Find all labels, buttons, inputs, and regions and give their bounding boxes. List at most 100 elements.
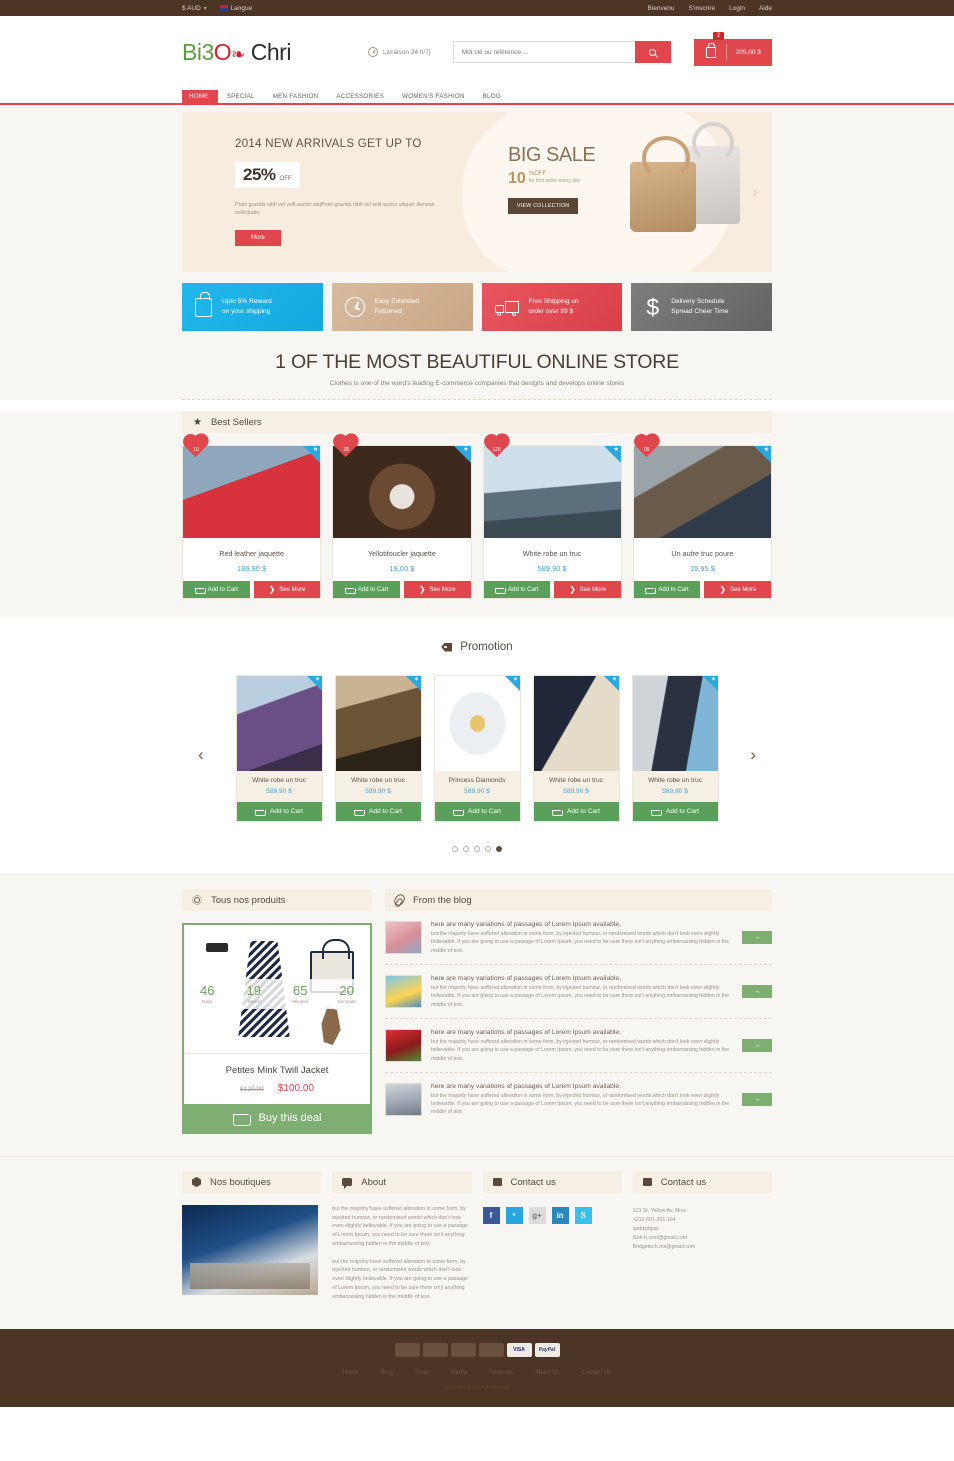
twitter-icon[interactable]: ᵛ	[505, 1207, 523, 1224]
product-card[interactable]: ★ 05 Un autre truc poure 19,95 $ Add to …	[632, 435, 772, 599]
hero-banner: 2014 NEW ARRIVALS GET UP TO 25% OFF Proi…	[182, 112, 772, 272]
blog-read-more-button[interactable]: →	[742, 1039, 772, 1053]
see-more-button[interactable]: ❯ See More	[704, 581, 771, 598]
add-to-cart-button[interactable]: Add to Cart	[236, 802, 322, 821]
view-collection-button[interactable]: VIEW COLLECTION	[508, 198, 579, 214]
product-actions: Add to Cart ❯ See More	[633, 581, 771, 598]
footer-link-features[interactable]: Features	[489, 1370, 513, 1376]
footer-link-home[interactable]: Home	[343, 1370, 359, 1376]
footer-link-media[interactable]: Media	[451, 1370, 467, 1376]
nav-item-home[interactable]: HOME	[182, 90, 218, 103]
footer-link-shop[interactable]: Shop	[415, 1370, 429, 1376]
search-input[interactable]	[452, 41, 635, 63]
feature-reward[interactable]: Upto 5% Reward on your shipping	[182, 283, 323, 331]
carousel-dot[interactable]	[474, 846, 480, 852]
blog-list-item[interactable]: here are many variations of passages of …	[385, 965, 772, 1019]
add-to-cart-button[interactable]: Add to Cart	[483, 581, 551, 598]
see-more-button[interactable]: ❯ See More	[403, 581, 471, 598]
googleplus-icon[interactable]: g+	[528, 1207, 546, 1224]
currency-selector[interactable]: $ AUD ▼	[182, 5, 208, 12]
footer-link-contact-us[interactable]: Contact Us	[582, 1370, 612, 1376]
hero-sale-block: BIG SALE 10 %OFF for first order every d…	[508, 144, 596, 188]
blog-column: From the blog here are many variations o…	[385, 889, 772, 1134]
email-line-2[interactable]: Bridgetech.ma@gmail.com	[633, 1243, 772, 1252]
add-to-cart-button[interactable]: Add to Cart	[434, 802, 520, 821]
carousel-dot[interactable]	[463, 846, 469, 852]
blog-thumbnail	[385, 1082, 422, 1116]
deal-box[interactable]: 46 Days 19 Hours 65 Minutes 20 Seconds P…	[182, 923, 372, 1134]
promotion-prev-arrow[interactable]: ‹	[198, 745, 204, 765]
hero-more-button[interactable]: More	[235, 230, 281, 247]
add-to-cart-button[interactable]: Add to Cart	[333, 581, 400, 598]
blog-read-more-button[interactable]: →	[742, 985, 772, 999]
feature-returns[interactable]: Easy Extended Returned	[331, 283, 473, 331]
deal-new-price: $100.00	[277, 1083, 314, 1094]
promotion-next-arrow[interactable]: ›	[750, 745, 756, 765]
product-card[interactable]: ★ 35 Yellotitoucler jaquette 19,00 $ Add…	[332, 435, 472, 599]
add-to-cart-button[interactable]: Add to Cart	[633, 581, 701, 598]
buy-deal-button[interactable]: Buy this deal	[184, 1104, 370, 1132]
carousel-dot[interactable]	[485, 846, 491, 852]
skype-icon[interactable]: S	[574, 1207, 592, 1224]
search-button[interactable]	[634, 41, 671, 63]
promo-card[interactable]: ◈ White robe un truc 589,90 $ Add to Car…	[631, 675, 719, 822]
add-to-cart-button[interactable]: Add to Cart	[533, 802, 619, 821]
hero-next-arrow[interactable]: ›	[753, 184, 758, 201]
cart-button[interactable]: 205,00 $	[693, 38, 772, 66]
basket-icon	[453, 808, 465, 816]
feature-line1: Upto 5% Reward	[222, 298, 272, 306]
see-more-button[interactable]: ❯ See More	[554, 581, 621, 598]
topbar-link-welcome[interactable]: Bienvenu	[647, 5, 674, 12]
divider	[182, 399, 772, 400]
panel-title: About	[361, 1176, 387, 1188]
add-to-cart-button[interactable]: Add to Cart	[183, 581, 250, 598]
page-subtitle: Clothes is one of the word's leading E-c…	[329, 380, 625, 387]
footer-link-about-us[interactable]: About Us	[535, 1370, 560, 1376]
blog-read-more-button[interactable]: →	[742, 1093, 772, 1107]
email-line-1[interactable]: Goh.h.com@gmail.com	[633, 1234, 772, 1243]
blog-list-item[interactable]: here are many variations of passages of …	[385, 911, 772, 965]
topbar-link-help[interactable]: Aide	[759, 5, 772, 12]
feature-shipping[interactable]: Free Shipping on order over 99 $	[481, 283, 623, 331]
topbar-link-register[interactable]: S'inscrire	[689, 5, 716, 12]
nav-item-special[interactable]: SPECIAL	[218, 90, 264, 103]
carousel-dot[interactable]	[452, 846, 458, 852]
language-selector[interactable]: Langue	[219, 4, 252, 12]
add-to-cart-button[interactable]: Add to Cart	[632, 802, 718, 821]
countdown-hours: 19 Hours	[231, 984, 278, 1004]
feature-delivery[interactable]: $ Delivery Schedule Spread Cheer Time	[631, 283, 772, 331]
product-info: Yellotitoucler jaquette 19,00 $	[333, 538, 470, 581]
product-card[interactable]: ★ 10 Red leather jaquette 189,90 $ Add t…	[182, 435, 322, 599]
about-paragraph-1: but the majority have suffered alteratio…	[332, 1206, 468, 1247]
product-image: ★	[183, 446, 321, 538]
promo-card[interactable]: ◈ White robe un truc 589,90 $ Add to Car…	[532, 675, 620, 822]
shipping-note-label: Livraison 24 h/7j	[382, 48, 431, 56]
promo-card[interactable]: ◈ White robe un truc 589,90 $ Add to Car…	[235, 675, 323, 822]
hero-off-label: OFF	[279, 175, 292, 182]
promo-card[interactable]: ◈ Princess Diamonds 589,90 $ Add to Cart	[433, 675, 521, 822]
add-to-cart-button[interactable]: Add to Cart	[335, 802, 421, 821]
see-more-button[interactable]: ❯ See More	[253, 581, 321, 598]
facebook-icon[interactable]: f	[482, 1207, 500, 1224]
nav-item-blog[interactable]: BLOG	[474, 90, 510, 103]
carousel-dot-active[interactable]	[496, 846, 502, 852]
topbar-link-login[interactable]: Login	[729, 5, 745, 12]
blog-list-item[interactable]: here are many variations of passages of …	[385, 1073, 772, 1126]
linkedin-icon[interactable]: in	[551, 1207, 569, 1224]
nav-item-accessories[interactable]: ACCESSORIES	[327, 90, 393, 103]
blog-panel-title: From the blog	[385, 889, 772, 911]
product-image: ◈	[434, 676, 520, 771]
promo-card[interactable]: ◈ White robe un truc 589,90 $ Add to Car…	[334, 675, 422, 822]
product-card[interactable]: ★ 125 White robe un truc 589,90 $ Add to…	[482, 435, 622, 599]
nav-item-womens-fashion[interactable]: WOMEN'S FASHION	[393, 90, 474, 103]
blog-title: here are many variations of passages of …	[431, 921, 621, 928]
nav-item-men-fashion[interactable]: MEN FASHION	[264, 90, 328, 103]
copyright-text: Copyright © 2014 Bridgetech	[442, 1385, 512, 1392]
site-logo[interactable]: Bi3O❧ Chri	[182, 39, 291, 66]
blog-list-item[interactable]: here are many variations of passages of …	[385, 1019, 772, 1073]
footer-link-blog[interactable]: Blog	[381, 1370, 393, 1376]
product-price: 189,90 $	[237, 564, 267, 573]
product-price: 589,90 $	[537, 564, 567, 573]
panel-title: Contact us	[660, 1176, 707, 1188]
blog-read-more-button[interactable]: →	[742, 931, 772, 945]
